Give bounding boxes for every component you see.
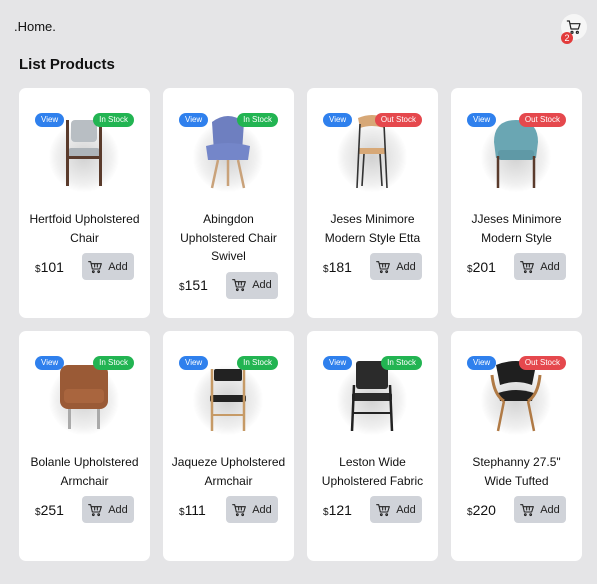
product-price: $111 (179, 502, 206, 518)
top-bar: .Home. 2 (0, 0, 597, 52)
add-label: Add (540, 260, 560, 273)
page-title: List Products (19, 56, 115, 73)
add-to-cart-button[interactable]: Add (370, 253, 422, 280)
product-card: View In Stock Hertfoid Upholstered Chair… (19, 88, 150, 318)
cart-icon (232, 279, 247, 292)
product-card: View In Stock Bolanle Upholstered Armcha… (19, 331, 150, 561)
stock-badge: Out Stock (518, 356, 566, 370)
view-badge[interactable]: View (35, 356, 65, 370)
cart-icon (232, 503, 247, 516)
cart-icon (88, 260, 103, 273)
add-to-cart-button[interactable]: Add (370, 496, 422, 523)
product-price: $220 (467, 502, 496, 518)
price-value: 201 (472, 258, 496, 275)
price-row: $181 Add (323, 253, 422, 280)
view-badge[interactable]: View (467, 356, 497, 370)
price-row: $111 Add (179, 496, 278, 523)
add-to-cart-button[interactable]: Add (82, 496, 134, 523)
product-card: View Out Stock Jeses Minimore Modern Sty… (307, 88, 438, 318)
add-label: Add (540, 503, 560, 516)
price-value: 151 (184, 277, 208, 293)
cart-icon (88, 503, 103, 516)
cart-icon (376, 503, 391, 516)
product-name: Abingdon Upholstered Chair Swivel (180, 212, 277, 263)
stock-badge: In Stock (93, 356, 134, 370)
stock-badge: In Stock (237, 113, 278, 127)
stock-badge: Out Stock (374, 113, 422, 127)
product-grid: View In Stock Hertfoid Upholstered Chair… (19, 88, 583, 561)
add-label: Add (396, 260, 416, 273)
add-label: Add (108, 503, 128, 516)
stock-badge: In Stock (93, 113, 134, 127)
cart-icon (520, 260, 535, 273)
product-card: View In Stock Abingdon Upholstered Chair… (163, 88, 294, 318)
stock-badge: In Stock (381, 356, 422, 370)
product-price: $251 (35, 502, 64, 518)
product-name: JJeses Minimore Modern Style (471, 212, 562, 245)
view-badge[interactable]: View (467, 113, 497, 127)
price-row: $151 Add (179, 271, 278, 299)
home-link[interactable]: .Home. (14, 19, 56, 34)
price-row: $220 Add (467, 496, 566, 523)
product-card: View Out Stock Stephanny 27.5" Wide Tuft… (451, 331, 582, 561)
product-price: $151 (179, 277, 208, 293)
view-badge[interactable]: View (179, 113, 209, 127)
add-to-cart-button[interactable]: Add (226, 271, 278, 299)
price-value: 251 (40, 501, 64, 518)
add-to-cart-button[interactable]: Add (82, 253, 134, 280)
product-card: View Out Stock JJeses Minimore Modern St… (451, 88, 582, 318)
price-value: 181 (328, 258, 352, 275)
product-name: Jeses Minimore Modern Style Etta (324, 212, 421, 245)
add-label: Add (252, 503, 272, 516)
view-badge[interactable]: View (35, 113, 65, 127)
view-badge[interactable]: View (323, 356, 353, 370)
add-to-cart-button[interactable]: Add (226, 496, 278, 523)
product-price: $181 (323, 259, 352, 275)
product-name: Stephanny 27.5" Wide Tufted (472, 455, 561, 488)
product-name: Leston Wide Upholstered Fabric (321, 455, 424, 488)
price-row: $121 Add (323, 496, 422, 523)
add-to-cart-button[interactable]: Add (514, 253, 566, 280)
add-label: Add (252, 279, 272, 291)
view-badge[interactable]: View (323, 113, 353, 127)
product-name: Hertfoid Upholstered Chair (29, 212, 140, 245)
add-label: Add (108, 260, 128, 273)
add-to-cart-button[interactable]: Add (514, 496, 566, 523)
view-badge[interactable]: View (179, 356, 209, 370)
price-row: $201 Add (467, 253, 566, 280)
cart-count-badge: 2 (561, 32, 573, 44)
cart-icon (520, 503, 535, 516)
stock-badge: In Stock (237, 356, 278, 370)
product-price: $121 (323, 502, 352, 518)
price-value: 111 (184, 501, 206, 518)
product-price: $101 (35, 259, 64, 275)
cart-icon (376, 260, 391, 273)
price-row: $251 Add (35, 496, 134, 523)
stock-badge: Out Stock (518, 113, 566, 127)
price-value: 121 (328, 501, 352, 518)
add-label: Add (396, 503, 416, 516)
price-row: $101 Add (35, 253, 134, 280)
product-name: Bolanle Upholstered Armchair (30, 455, 139, 488)
product-name: Jaqueze Upholstered Armchair (171, 455, 286, 488)
price-value: 101 (40, 258, 64, 275)
product-price: $201 (467, 259, 496, 275)
product-card: View In Stock Leston Wide Upholstered Fa… (307, 331, 438, 561)
product-card: View In Stock Jaqueze Upholstered Armcha… (163, 331, 294, 561)
price-value: 220 (472, 501, 496, 518)
